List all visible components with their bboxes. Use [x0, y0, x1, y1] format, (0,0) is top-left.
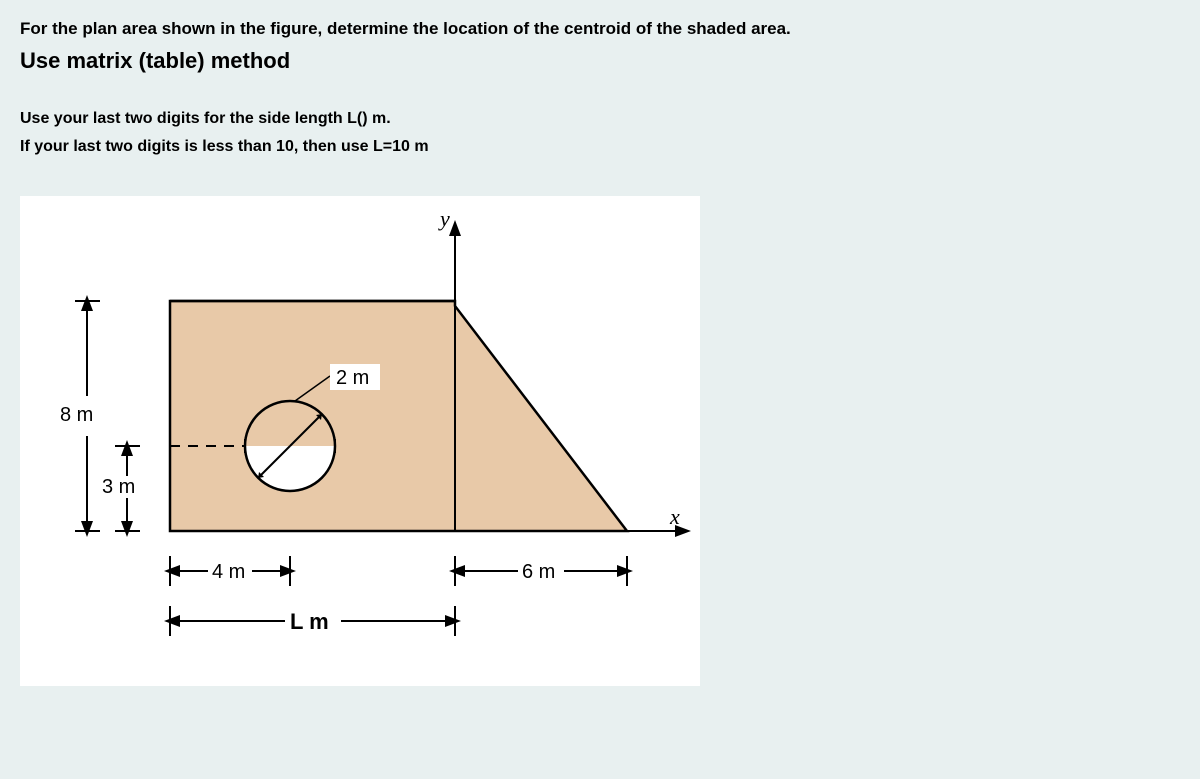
dim-3m: 3 m	[102, 476, 135, 498]
instruction-line-1: Use your last two digits for the side le…	[20, 110, 1180, 128]
dim-6m: 6 m	[522, 561, 555, 583]
figure: y 2 m x 8 m 3 m 4 m 6 m L m	[20, 196, 700, 686]
axis-x-label: x	[669, 504, 680, 529]
dim-8m: 8 m	[60, 404, 93, 426]
dim-4m: 4 m	[212, 561, 245, 583]
instruction-line-2: If your last two digits is less than 10,…	[20, 138, 1180, 156]
dim-Lm: L m	[290, 609, 329, 634]
problem-statement: For the plan area shown in the figure, d…	[20, 16, 1180, 42]
dim-2m: 2 m	[336, 367, 369, 389]
axis-y-label: y	[438, 206, 450, 231]
method-heading: Use matrix (table) method	[20, 48, 1180, 74]
